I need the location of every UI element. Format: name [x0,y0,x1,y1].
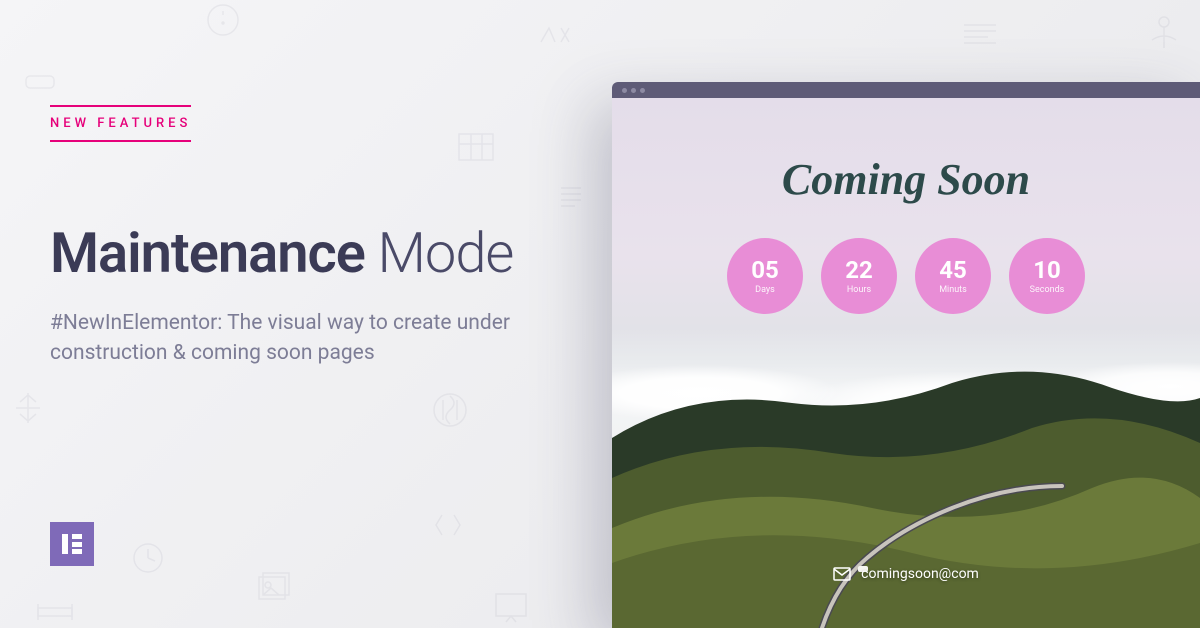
coming-soon-heading: Coming Soon [612,154,1200,205]
browser-titlebar [612,82,1200,98]
envelope-icon [833,567,851,581]
new-features-badge: NEW FEATURES [50,105,191,142]
page-title: Maintenance Mode [50,220,590,286]
email-row: comingsoon@com [612,566,1200,582]
browser-preview: Coming Soon 05 Days 22 Hours 45 Minuts 1… [612,82,1200,628]
countdown-days: 05 Days [727,238,803,314]
email-text: comingsoon@com [861,566,979,582]
coming-soon-page: Coming Soon 05 Days 22 Hours 45 Minuts 1… [612,98,1200,628]
countdown-seconds: 10 Seconds [1009,238,1085,314]
title-bold: Maintenance [50,220,365,286]
left-content: NEW FEATURES Maintenance Mode #NewInElem… [50,105,590,369]
title-light: Mode [365,220,514,286]
countdown-minutes: 45 Minuts [915,238,991,314]
countdown-row: 05 Days 22 Hours 45 Minuts 10 Seconds [612,238,1200,314]
elementor-logo-icon [50,522,94,566]
countdown-hours: 22 Hours [821,238,897,314]
subtitle: #NewInElementor: The visual way to creat… [50,308,590,369]
